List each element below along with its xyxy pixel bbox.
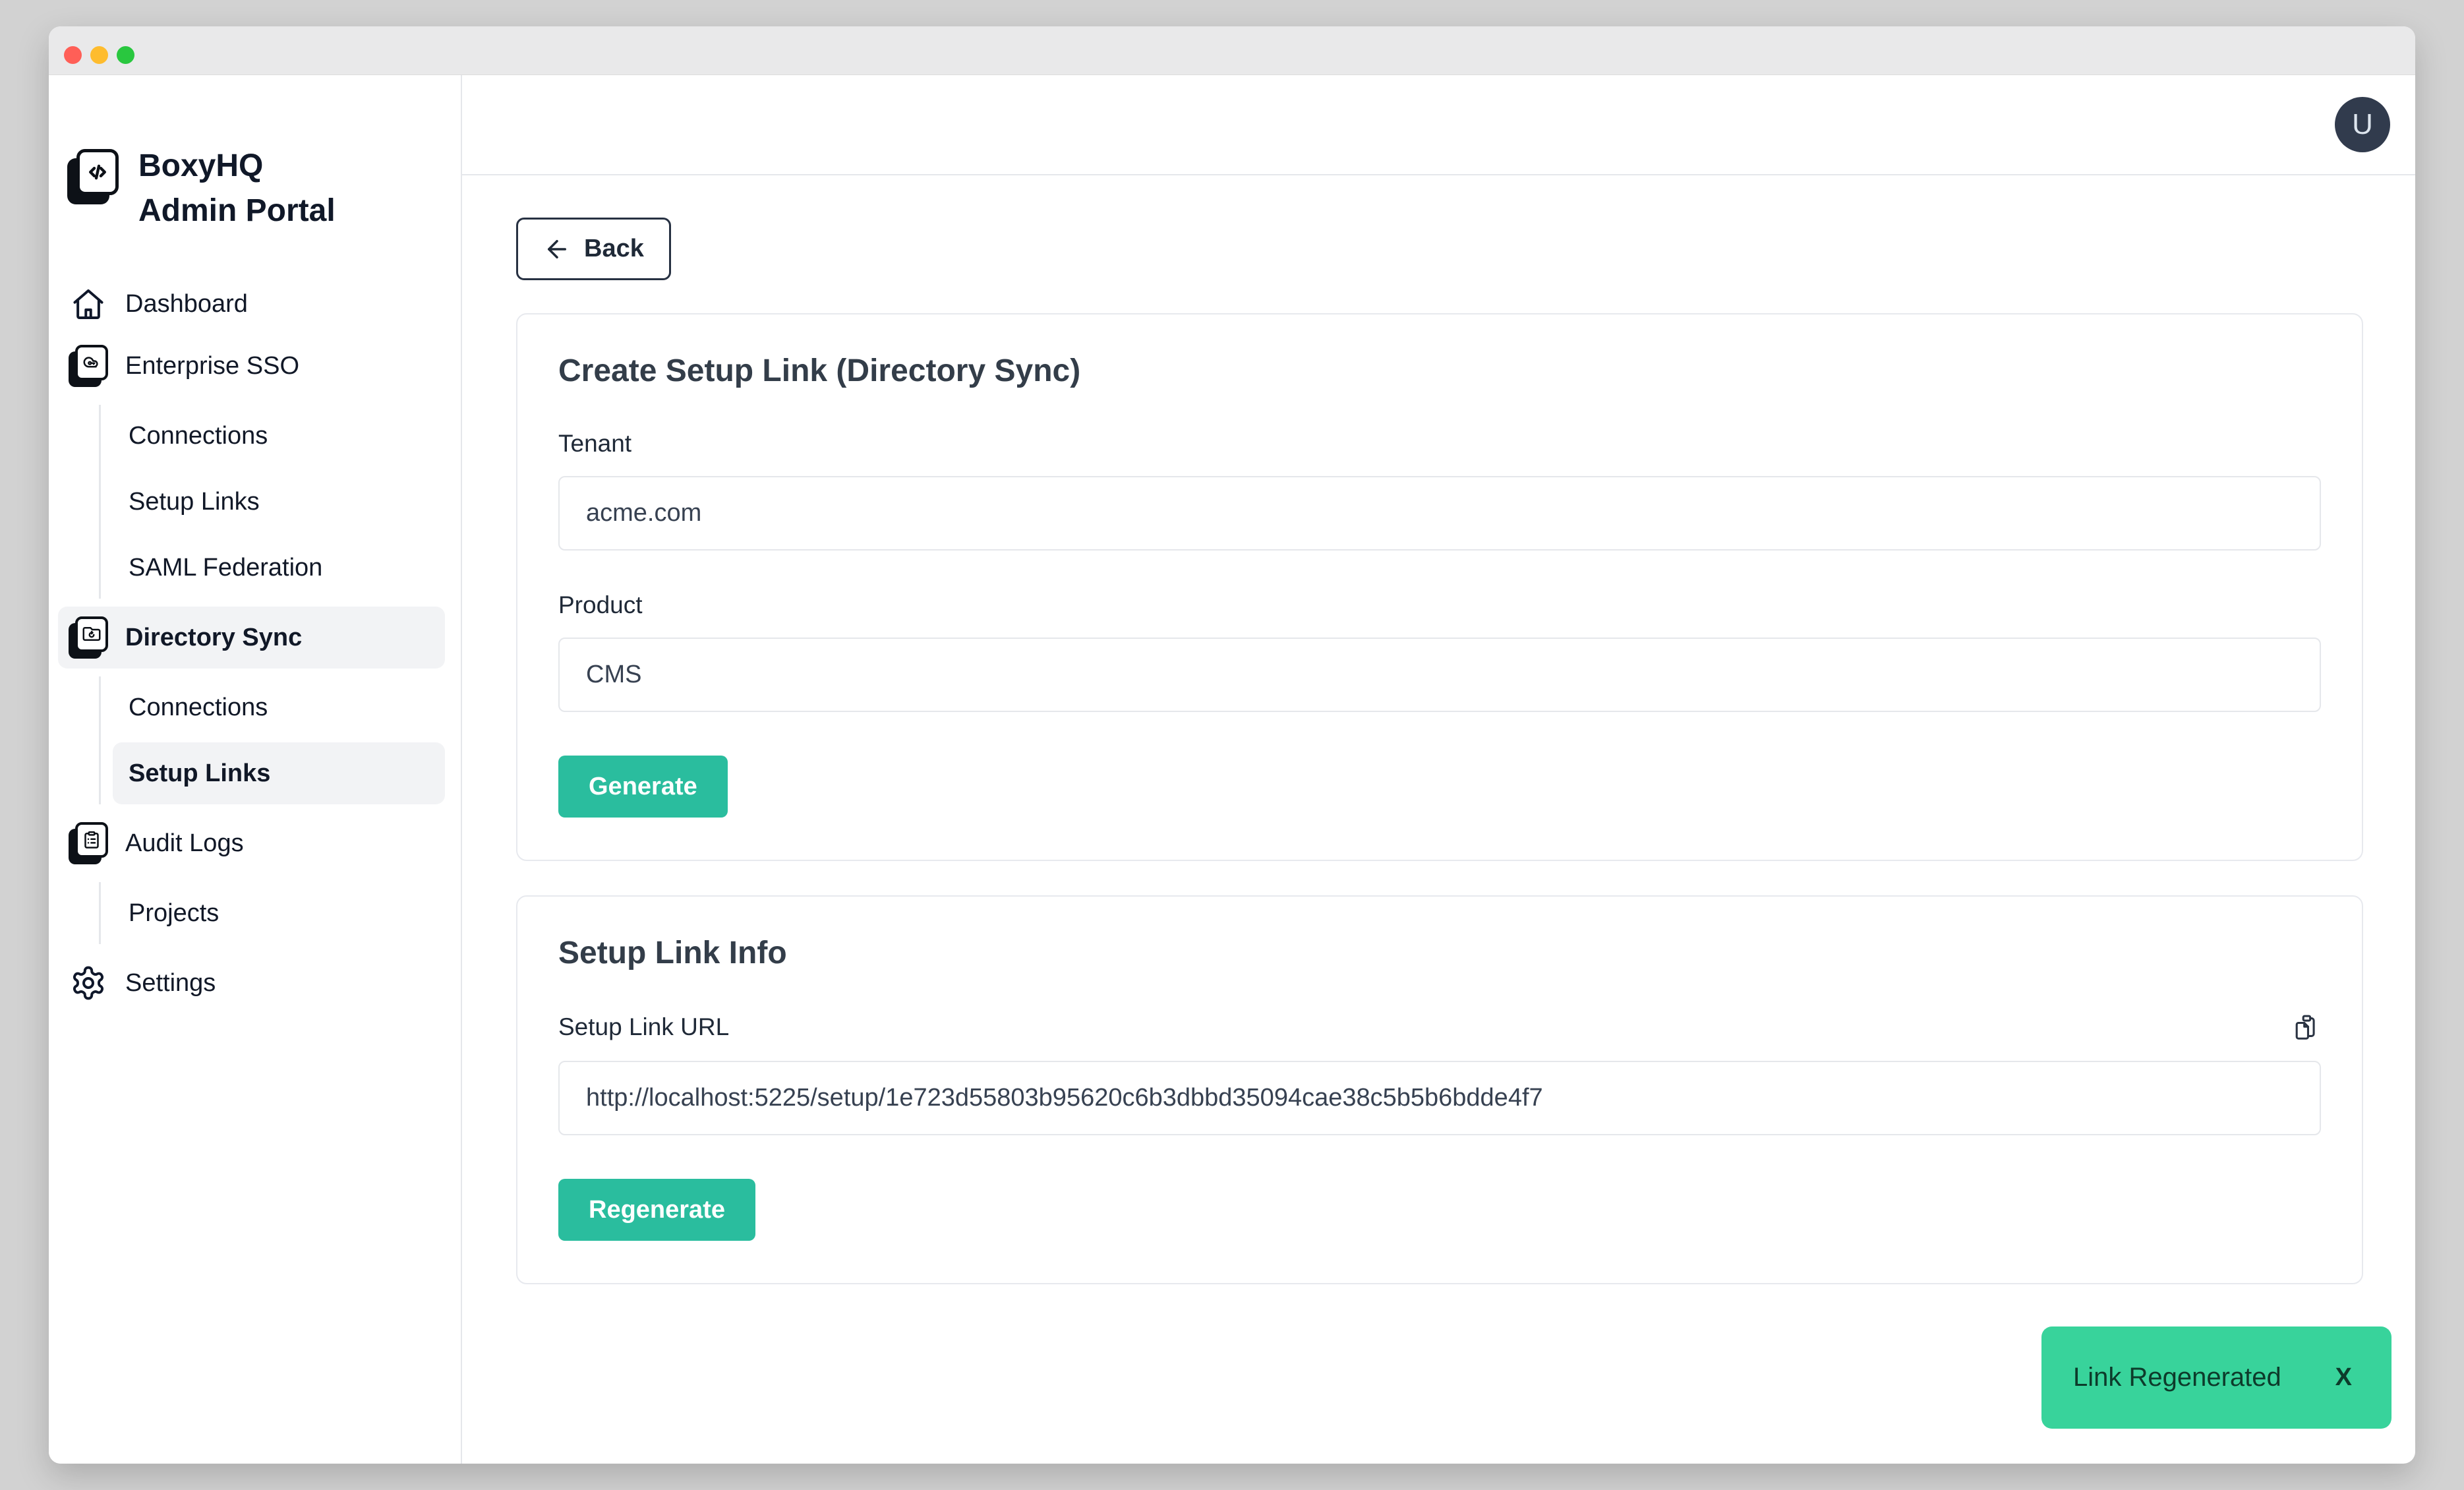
sidebar-item-dsync-connections[interactable]: Connections xyxy=(113,676,445,738)
sidebar-item-label: Audit Logs xyxy=(125,829,244,858)
card-title: Create Setup Link (Directory Sync) xyxy=(558,353,2321,389)
create-setup-link-card: Create Setup Link (Directory Sync) Tenan… xyxy=(516,313,2363,861)
back-button[interactable]: Back xyxy=(516,218,671,280)
tenant-input[interactable] xyxy=(558,476,2321,551)
clipboard-list-keycap-icon xyxy=(69,822,108,864)
app-title: BoxyHQ Admin Portal xyxy=(138,144,363,233)
desktop-background: BoxyHQ Admin Portal Dashboard xyxy=(0,0,2464,1490)
sidebar-item-dashboard[interactable]: Dashboard xyxy=(58,273,445,335)
copy-clipboard-icon xyxy=(2291,1012,2321,1042)
folder-sync-keycap-icon xyxy=(69,616,108,659)
sidebar-item-label: SAML Federation xyxy=(129,554,322,582)
zoom-window-button[interactable] xyxy=(117,46,134,64)
tenant-label: Tenant xyxy=(558,430,2321,458)
sidebar-item-sso-connections[interactable]: Connections xyxy=(113,405,445,467)
setup-link-url-input[interactable] xyxy=(558,1061,2321,1135)
setup-link-info-card: Setup Link Info Setup Link URL xyxy=(516,895,2363,1284)
page-content: Back Create Setup Link (Directory Sync) … xyxy=(462,175,2415,1464)
setup-link-url-label: Setup Link URL xyxy=(558,1013,729,1041)
sidebar-item-audit-logs[interactable]: Audit Logs xyxy=(58,812,445,874)
sidebar-item-directory-sync[interactable]: Directory Sync xyxy=(58,607,445,669)
sidebar-item-label: Connections xyxy=(129,694,268,722)
sidebar-nav: Dashboard xyxy=(58,273,445,1014)
regenerate-button[interactable]: Regenerate xyxy=(558,1179,755,1241)
traffic-lights xyxy=(64,46,134,64)
code-tag-icon xyxy=(67,149,119,204)
generate-button[interactable]: Generate xyxy=(558,756,728,818)
app-window: BoxyHQ Admin Portal Dashboard xyxy=(49,26,2415,1464)
top-header: U xyxy=(462,75,2415,175)
home-icon xyxy=(69,285,108,322)
toast-close-button[interactable]: X xyxy=(2332,1363,2356,1392)
sidebar-item-settings[interactable]: Settings xyxy=(58,952,445,1014)
product-label: Product xyxy=(558,591,2321,619)
product-input[interactable] xyxy=(558,638,2321,712)
sidebar-item-label: Enterprise SSO xyxy=(125,352,299,380)
sidebar-item-enterprise-sso[interactable]: Enterprise SSO xyxy=(58,335,445,397)
sidebar-item-dsync-setup-links[interactable]: Setup Links xyxy=(113,742,445,804)
card-title: Setup Link Info xyxy=(558,935,2321,971)
minimize-window-button[interactable] xyxy=(90,46,108,64)
window-titlebar xyxy=(49,26,2415,75)
sidebar-item-label: Setup Links xyxy=(129,760,270,788)
sidebar-item-label: Projects xyxy=(129,899,219,928)
sidebar-item-sso-setup-links[interactable]: Setup Links xyxy=(113,471,445,533)
sidebar-item-saml-federation[interactable]: SAML Federation xyxy=(113,537,445,599)
sidebar-subgroup-directory-sync: Connections Setup Links xyxy=(99,676,445,804)
sidebar-item-projects[interactable]: Projects xyxy=(113,882,445,944)
toast-notification: Link Regenerated X xyxy=(2041,1326,2391,1429)
back-button-label: Back xyxy=(584,235,644,263)
toast-message: Link Regenerated xyxy=(2073,1363,2281,1392)
sidebar-item-label: Connections xyxy=(129,422,268,450)
cloud-key-keycap-icon xyxy=(69,345,108,387)
sidebar-item-label: Directory Sync xyxy=(125,624,302,652)
sidebar-subgroup-audit-logs: Projects xyxy=(99,882,445,944)
sidebar-item-label: Setup Links xyxy=(129,488,260,516)
sidebar: BoxyHQ Admin Portal Dashboard xyxy=(49,75,462,1464)
copy-button[interactable] xyxy=(2291,1012,2321,1042)
sidebar-item-label: Settings xyxy=(125,969,216,998)
user-avatar[interactable]: U xyxy=(2335,97,2390,152)
brand: BoxyHQ Admin Portal xyxy=(58,144,445,233)
close-window-button[interactable] xyxy=(64,46,82,64)
gear-icon xyxy=(69,965,108,1001)
sidebar-subgroup-enterprise-sso: Connections Setup Links SAML Federation xyxy=(99,405,445,599)
sidebar-item-label: Dashboard xyxy=(125,290,248,318)
arrow-left-icon xyxy=(543,235,571,263)
